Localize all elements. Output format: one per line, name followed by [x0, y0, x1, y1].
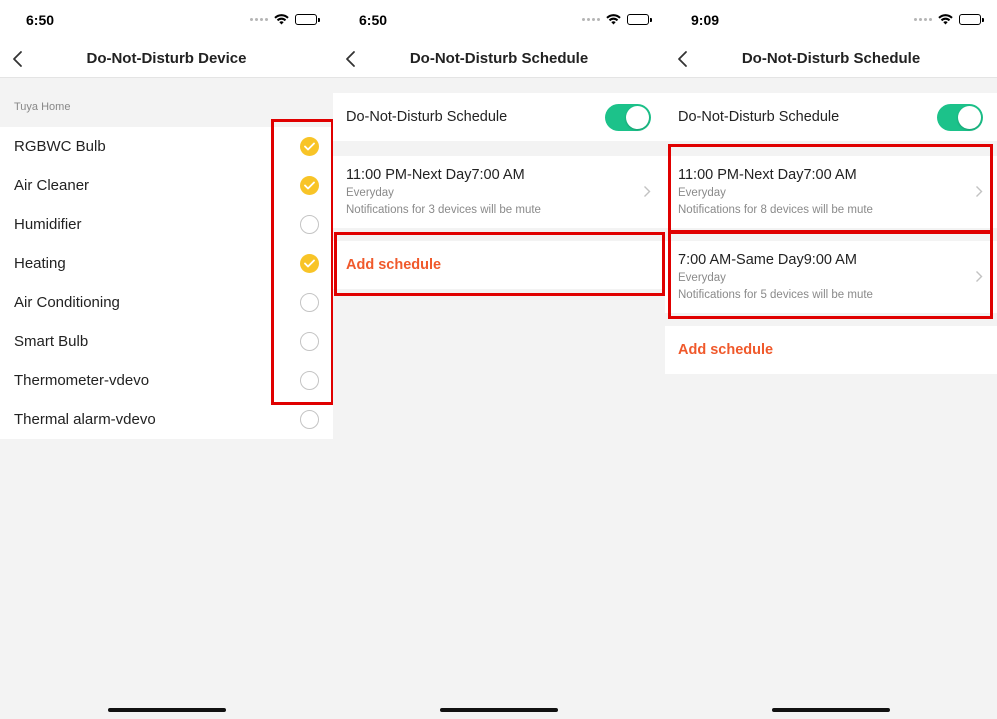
schedule-repeat: Everyday [346, 187, 394, 199]
section-label: Tuya Home [14, 101, 71, 113]
nav-bar: Do-Not-Disturb Schedule [665, 40, 997, 78]
device-row[interactable]: Smart Bulb [0, 322, 333, 361]
page-title: Do-Not-Disturb Device [86, 50, 247, 67]
device-name: Thermal alarm-vdevo [14, 411, 156, 428]
device-row[interactable]: Air Cleaner [0, 166, 333, 205]
dnd-toggle-row: Do-Not-Disturb Schedule [665, 93, 997, 141]
unchecked-circle-icon[interactable] [300, 371, 319, 390]
unchecked-circle-icon[interactable] [300, 293, 319, 312]
dnd-schedule-screen-2: 9:09 Do-Not-Disturb Schedule Do-Not-Dist… [665, 0, 997, 719]
schedule-item[interactable]: 7:00 AM-Same Day9:00 AM Everyday Notific… [665, 241, 997, 313]
device-row[interactable]: Thermal alarm-vdevo [0, 400, 333, 439]
status-icons [250, 14, 320, 25]
device-row[interactable]: Air Conditioning [0, 283, 333, 322]
signal-icon [250, 18, 268, 21]
home-indicator[interactable] [772, 708, 890, 712]
device-name: Thermometer-vdevo [14, 372, 150, 389]
chevron-right-icon [644, 186, 651, 197]
schedule-repeat: Everyday [678, 272, 726, 284]
wifi-icon [606, 14, 621, 25]
device-name: Smart Bulb [14, 333, 89, 350]
wifi-icon [274, 14, 289, 25]
chevron-right-icon [976, 271, 983, 282]
add-schedule-label: Add schedule [346, 257, 442, 273]
page-title: Do-Not-Disturb Schedule [741, 50, 921, 67]
device-name: Air Conditioning [14, 294, 120, 311]
nav-bar: Do-Not-Disturb Schedule [333, 40, 665, 78]
page-title: Do-Not-Disturb Schedule [409, 50, 589, 67]
dnd-schedule-screen: 6:50 Do-Not-Disturb Schedule Do-Not-Dist… [333, 0, 665, 719]
chevron-right-icon [976, 186, 983, 197]
checked-circle-icon[interactable] [300, 254, 319, 273]
device-row[interactable]: RGBWC Bulb [0, 127, 333, 166]
status-bar: 6:50 [0, 0, 333, 40]
signal-icon [914, 18, 932, 21]
schedule-repeat: Everyday [678, 187, 726, 199]
checked-circle-icon[interactable] [300, 176, 319, 195]
add-schedule-label: Add schedule [678, 342, 774, 358]
unchecked-circle-icon[interactable] [300, 332, 319, 351]
home-indicator[interactable] [107, 708, 226, 712]
device-row[interactable]: Humidifier [0, 205, 333, 244]
wifi-icon [938, 14, 953, 25]
device-list: RGBWC Bulb Air Cleaner Humidifier Heatin… [0, 127, 333, 439]
status-time: 6:50 [26, 12, 55, 28]
add-schedule-button[interactable]: Add schedule [665, 326, 997, 374]
status-bar: 9:09 [665, 0, 997, 40]
schedule-time: 7:00 AM-Same Day9:00 AM [678, 252, 857, 268]
signal-icon [582, 18, 600, 21]
schedule-note: Notifications for 5 devices will be mute [678, 289, 873, 301]
schedule-item[interactable]: 11:00 PM-Next Day7:00 AM Everyday Notifi… [333, 156, 665, 228]
battery-icon [959, 14, 984, 25]
dnd-toggle-row: Do-Not-Disturb Schedule [333, 93, 665, 141]
device-name: RGBWC Bulb [14, 138, 106, 155]
dnd-toggle-switch[interactable] [937, 104, 983, 131]
schedule-time: 11:00 PM-Next Day7:00 AM [346, 167, 525, 183]
checked-circle-icon[interactable] [300, 137, 319, 156]
home-indicator[interactable] [440, 708, 558, 712]
dnd-toggle-label: Do-Not-Disturb Schedule [678, 109, 840, 125]
unchecked-circle-icon[interactable] [300, 215, 319, 234]
status-icons [582, 14, 652, 25]
status-time: 9:09 [691, 12, 720, 28]
status-icons [914, 14, 984, 25]
device-row[interactable]: Thermometer-vdevo [0, 361, 333, 400]
battery-icon [295, 14, 320, 25]
device-name: Air Cleaner [14, 177, 90, 194]
nav-bar: Do-Not-Disturb Device [0, 40, 333, 78]
unchecked-circle-icon[interactable] [300, 410, 319, 429]
schedule-item[interactable]: 11:00 PM-Next Day7:00 AM Everyday Notifi… [665, 156, 997, 228]
dnd-toggle-label: Do-Not-Disturb Schedule [346, 109, 508, 125]
schedule-time: 11:00 PM-Next Day7:00 AM [678, 167, 857, 183]
dnd-toggle-switch[interactable] [605, 104, 651, 131]
device-name: Humidifier [14, 216, 82, 233]
status-bar: 6:50 [333, 0, 665, 40]
add-schedule-button[interactable]: Add schedule [333, 241, 665, 289]
dnd-device-screen: 6:50 Do-Not-Disturb Device Tuya Home RGB… [0, 0, 333, 719]
device-name: Heating [14, 255, 66, 272]
device-row[interactable]: Heating [0, 244, 333, 283]
battery-icon [627, 14, 652, 25]
schedule-note: Notifications for 8 devices will be mute [678, 204, 873, 216]
schedule-note: Notifications for 3 devices will be mute [346, 204, 541, 216]
status-time: 6:50 [359, 12, 388, 28]
